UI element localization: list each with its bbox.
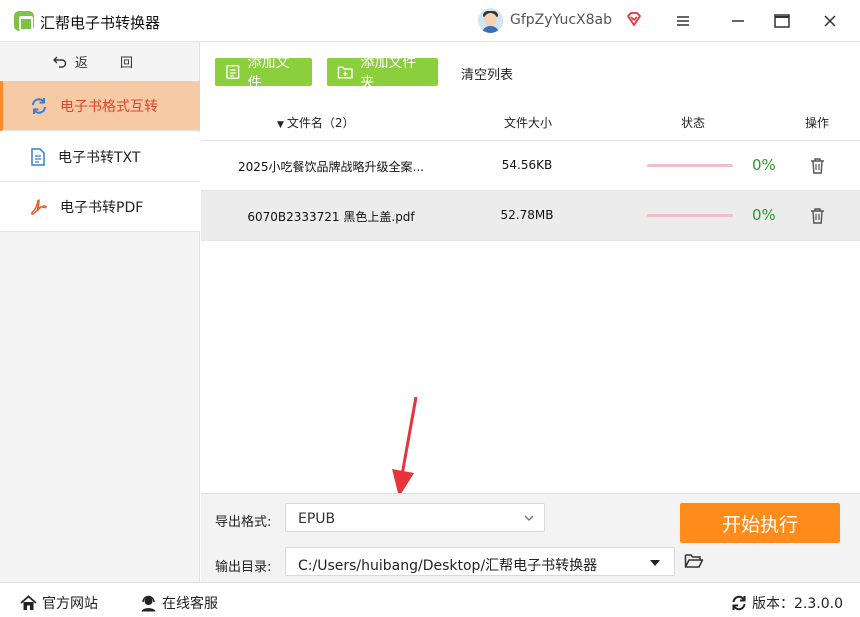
column-header-name[interactable]: ▼ 文件名（2） [277,114,355,131]
support-agent-icon [141,595,156,611]
pdf-icon [31,198,47,215]
sidebar: 返 回 电子书格式互转 电子书转TXT 电子书转PDF [0,42,200,582]
progress-bar [647,214,733,217]
annotation-arrow [392,396,418,497]
sidebar-item-to-txt[interactable]: 电子书转TXT [0,132,200,182]
home-icon [20,595,37,610]
sidebar-item-format-convert[interactable]: 电子书格式互转 [0,81,200,131]
column-header-size: 文件大小 [504,116,553,130]
start-button[interactable]: 开始执行 [680,503,840,543]
sidebar-item-label: 电子书转TXT [58,149,141,166]
chevron-down-icon [524,515,534,521]
format-label: 导出格式: [215,515,272,530]
file-name: 6070B2333721 黑色上盖.pdf [247,210,415,224]
file-table: ▼ 文件名（2） 文件大小 状态 操作 2025小吃餐饮品牌战略升级全案... 5… [201,100,860,493]
output-label: 输出目录: [215,560,272,575]
maximize-icon[interactable] [772,11,792,31]
file-icon [226,64,240,80]
open-folder-icon[interactable] [684,552,704,570]
vip-diamond-icon[interactable] [626,11,642,27]
app-logo [14,11,34,31]
add-file-button[interactable]: 添加文件 [215,55,312,91]
user-avatar[interactable] [478,8,503,33]
version-label: 版本：2.3.0.0 [752,596,843,612]
menu-icon[interactable] [673,11,693,31]
close-icon[interactable] [820,11,840,31]
file-size: 54.56KB [501,158,553,172]
trash-icon[interactable] [810,207,825,224]
folder-add-icon [337,66,353,79]
sidebar-item-to-pdf[interactable]: 电子书转PDF [0,182,200,232]
add-file-label: 添加文件 [247,55,290,91]
undo-icon [52,56,67,68]
footer: 官方网站 在线客服 版本：2.3.0.0 [0,582,860,617]
progress-bar [647,164,733,167]
settings-panel: 导出格式: EPUB 输出目录: C:/Users/huibang/Deskto… [201,493,860,582]
file-size: 52.78MB [500,208,554,222]
table-header: ▼ 文件名（2） 文件大小 状态 操作 [201,100,860,141]
format-value: EPUB [298,511,336,527]
toolbar: 添加文件 添加文件夹 清空列表 [201,42,860,100]
dropdown-caret-icon [650,560,660,566]
add-folder-label: 添加文件夹 [360,55,417,91]
column-header-name-label: 文件名（2） [286,116,355,130]
sort-desc-icon: ▼ [277,120,284,130]
output-dir-select[interactable]: C:/Users/huibang/Desktop/汇帮电子书转换器 [285,547,675,576]
column-header-ops: 操作 [805,116,830,130]
file-name: 2025小吃餐饮品牌战略升级全案... [238,160,424,174]
sidebar-item-label: 电子书格式互转 [60,98,158,115]
website-label: 官方网站 [42,596,98,612]
back-button[interactable]: 返 回 [0,42,200,80]
sidebar-item-label: 电子书转PDF [60,199,144,216]
progress-percent: 0% [752,156,776,174]
column-header-status: 状态 [681,116,706,130]
version-info[interactable]: 版本：2.3.0.0 [731,593,843,613]
document-icon [31,147,45,166]
official-website-link[interactable]: 官方网站 [20,593,98,613]
service-label: 在线客服 [162,596,218,612]
progress-percent: 0% [752,206,776,224]
table-row[interactable]: 2025小吃餐饮品牌战略升级全案... 54.56KB 0% [201,141,860,191]
trash-icon[interactable] [810,157,825,174]
update-icon [732,595,746,611]
username[interactable]: GfpZyYucX8ab [510,12,612,28]
app-title: 汇帮电子书转换器 [40,14,161,32]
title-bar: 汇帮电子书转换器 GfpZyYucX8ab [0,0,860,42]
online-service-link[interactable]: 在线客服 [140,593,218,613]
format-select[interactable]: EPUB [285,503,545,532]
clear-list-button[interactable]: 清空列表 [461,64,513,83]
output-dir-value: C:/Users/huibang/Desktop/汇帮电子书转换器 [298,558,598,574]
add-folder-button[interactable]: 添加文件夹 [327,55,438,91]
table-row[interactable]: 6070B2333721 黑色上盖.pdf 52.78MB 0% [201,191,860,241]
back-label: 返 回 [74,55,148,71]
minimize-icon[interactable] [728,11,748,31]
refresh-icon [32,97,46,114]
